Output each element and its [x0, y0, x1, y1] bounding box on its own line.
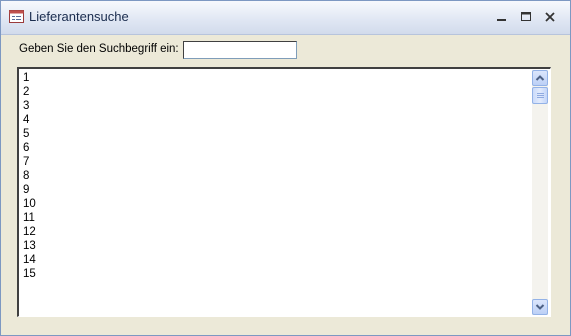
list-item[interactable]: 11: [23, 211, 36, 225]
search-input[interactable]: [183, 41, 297, 59]
scroll-thumb[interactable]: [532, 87, 548, 104]
vertical-scrollbar[interactable]: [532, 70, 548, 315]
list-item[interactable]: 13: [23, 239, 36, 253]
lieferantensuche-window: Lieferantensuche Geben Sie den Suchbegri…: [0, 0, 571, 336]
list-item[interactable]: 6: [23, 141, 36, 155]
results-list[interactable]: 1 2 3 4 5 6 7 8 9 10 11 12 13 14 15: [17, 67, 551, 317]
list-item[interactable]: 7: [23, 155, 36, 169]
title-bar[interactable]: Lieferantensuche: [1, 1, 570, 35]
minimize-icon[interactable]: [493, 8, 511, 26]
list-item[interactable]: 3: [23, 99, 36, 113]
list-item[interactable]: 8: [23, 169, 36, 183]
scroll-up-button[interactable]: [532, 70, 548, 86]
list-items: 1 2 3 4 5 6 7 8 9 10 11 12 13 14 15: [23, 71, 36, 281]
search-label: Geben Sie den Suchbegriff ein:: [19, 43, 179, 55]
chevron-up-icon: [535, 75, 545, 81]
restore-icon[interactable]: [517, 8, 535, 26]
form-body: Geben Sie den Suchbegriff ein: 123456789…: [1, 35, 570, 335]
list-item[interactable]: 9: [23, 183, 36, 197]
chevron-down-icon: [535, 304, 545, 310]
scroll-down-button[interactable]: [532, 299, 548, 315]
window-title: Lieferantensuche: [29, 9, 129, 24]
list-item[interactable]: 1: [23, 71, 36, 85]
list-item[interactable]: 10: [23, 197, 36, 211]
close-icon[interactable]: [541, 8, 559, 26]
list-item[interactable]: 15: [23, 267, 36, 281]
list-item[interactable]: 5: [23, 127, 36, 141]
list-item[interactable]: 14: [23, 253, 36, 267]
list-item[interactable]: 4: [23, 113, 36, 127]
list-item[interactable]: 2: [23, 85, 36, 99]
list-item[interactable]: 12: [23, 225, 36, 239]
form-icon: [9, 10, 24, 23]
